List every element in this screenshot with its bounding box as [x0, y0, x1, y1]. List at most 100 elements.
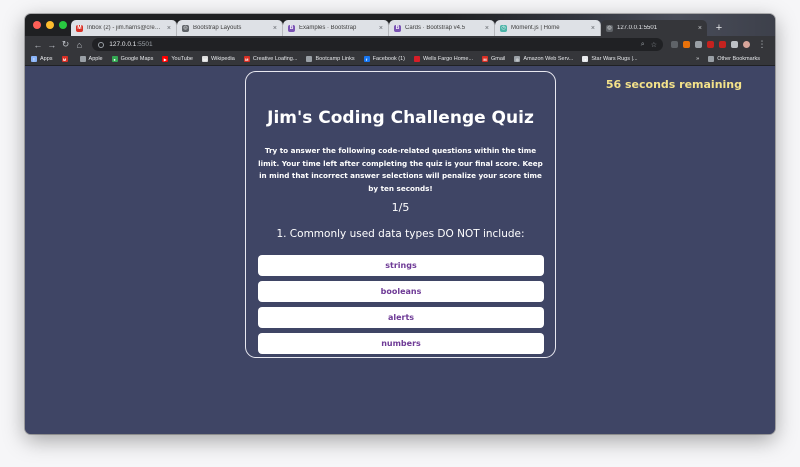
back-arrow-icon[interactable]: ←	[31, 40, 45, 50]
close-tab-icon[interactable]: ×	[273, 25, 277, 32]
close-window-button[interactable]	[33, 21, 41, 29]
bookmark-label: YouTube	[171, 56, 193, 62]
question-progress: 1/5	[391, 201, 410, 214]
gmail-icon: M	[61, 56, 68, 62]
bootstrap-icon: B	[394, 24, 401, 32]
browser-tab[interactable]: ◎ Bootstrap Layouts ×	[177, 20, 283, 36]
browser-window: M Inbox (2) - jim.harris@creativ × ◎ Bootstr…	[25, 14, 775, 434]
timer-text: 56 seconds remaining	[605, 78, 742, 91]
close-tab-icon[interactable]: ×	[698, 25, 702, 32]
browser-tab[interactable]: ◷ Moment.js | Home ×	[495, 20, 601, 36]
bookmark-item[interactable]: ⋮ Apps	[31, 56, 53, 62]
momentjs-icon: ◷	[500, 24, 507, 32]
globe-icon: ◎	[182, 24, 189, 32]
tab-title: Examples · Bootstrap	[299, 25, 357, 31]
extension-icons: ⋮	[670, 39, 769, 50]
bookmark-item[interactable]: f Facebook (1)	[363, 56, 405, 62]
youtube-icon: ▶	[162, 56, 169, 62]
bookmark-label: Amazon Web Serv...	[523, 56, 574, 62]
close-tab-icon[interactable]: ×	[591, 25, 595, 32]
question-text: 1. Commonly used data types DO NOT inclu…	[276, 228, 525, 240]
answer-button[interactable]: numbers	[258, 333, 544, 354]
folder-icon	[306, 56, 313, 62]
maximize-window-button[interactable]	[59, 21, 67, 29]
bookmark-item[interactable]: M	[61, 56, 71, 62]
globe-icon: ◎	[606, 24, 613, 32]
browser-tabs: M Inbox (2) - jim.harris@creativ × ◎ Bootstr…	[71, 20, 727, 36]
window-controls	[33, 21, 67, 29]
bookmark-label: Star Wars Rugs |...	[591, 56, 638, 62]
bookmark-label: Facebook (1)	[372, 56, 405, 62]
more-menu-icon[interactable]: ⋮	[755, 39, 769, 50]
bookmark-list: ⋮ Apps M Apple ● Google Maps ▶ YouTube W Wikipedi…	[31, 56, 647, 62]
bookmark-label: Wells Fargo Home...	[423, 56, 474, 62]
bootstrap-icon: B	[288, 24, 295, 32]
browser-tab[interactable]: ◎ 127.0.0.1:5501 ×	[601, 20, 707, 36]
close-tab-icon[interactable]: ×	[379, 25, 383, 32]
bookmark-label: Apps	[40, 56, 53, 62]
bookmark-item[interactable]: M Gmail	[482, 56, 505, 62]
bookmark-label: Gmail	[491, 56, 506, 62]
bookmark-item[interactable]: ● Google Maps	[111, 56, 153, 62]
bookmark-label: Bootcamp Links	[315, 56, 355, 62]
apps-icon: ⋮	[31, 56, 37, 62]
overflow-chevron-icon[interactable]: »	[696, 56, 699, 62]
extension-icon[interactable]	[718, 41, 726, 48]
bookmark-label: Apple	[88, 56, 103, 62]
globe-icon: ●	[582, 56, 589, 62]
gmail-icon: M	[243, 56, 250, 62]
bookmarks-bar: ⋮ Apps M Apple ● Google Maps ▶ YouTube W Wikipedi…	[25, 53, 775, 66]
other-bookmarks-label: Other Bookmarks	[717, 56, 760, 62]
reload-icon[interactable]: ↻	[59, 39, 73, 50]
close-tab-icon[interactable]: ×	[485, 25, 489, 32]
bookmark-item[interactable]: Bootcamp Links	[306, 56, 355, 62]
url-host: 127.0.0.1	[109, 41, 137, 48]
other-bookmarks[interactable]: Other Bookmarks	[708, 56, 760, 62]
extension-icon[interactable]	[706, 41, 714, 48]
url-port: :5501	[136, 41, 153, 48]
browser-tab[interactable]: B Examples · Bootstrap ×	[283, 20, 389, 36]
bookmark-item[interactable]: M Creative Loafing...	[243, 56, 297, 62]
answer-button[interactable]: booleans	[258, 281, 544, 302]
tab-title: Bootstrap Layouts	[193, 25, 242, 31]
bookmark-label: Wikipedia	[210, 56, 235, 62]
minimize-window-button[interactable]	[46, 21, 54, 29]
avatar[interactable]	[742, 41, 750, 48]
tab-title: Inbox (2) - jim.harris@creativ	[87, 25, 164, 31]
answer-button[interactable]: strings	[258, 255, 544, 276]
extension-icon[interactable]	[682, 41, 690, 48]
new-tab-button[interactable]: +	[711, 20, 727, 36]
extension-icon[interactable]	[694, 41, 702, 48]
page-content: 56 seconds remaining Jim's Coding Challe…	[25, 66, 775, 434]
extension-icon[interactable]	[670, 41, 678, 48]
browser-tab[interactable]: B Cards · Bootstrap v4.5 ×	[389, 20, 495, 36]
folder-icon	[708, 56, 715, 62]
zoom-icon[interactable]: ⌕	[641, 41, 645, 49]
puzzle-icon[interactable]	[730, 41, 738, 48]
bookmark-item[interactable]: Wells Fargo Home...	[414, 56, 473, 62]
answer-button[interactable]: alerts	[258, 307, 544, 328]
bookmark-item[interactable]: Apple	[79, 56, 103, 62]
home-icon[interactable]: ⌂	[72, 40, 86, 50]
wellsfargo-icon	[414, 56, 420, 62]
browser-toolbar: ← → ↻ ⌂ 127.0.0.1 :5501 ⌕ ☆ ⋮	[25, 36, 775, 53]
close-tab-icon[interactable]: ×	[167, 25, 171, 32]
address-bar[interactable]: 127.0.0.1 :5501 ⌕ ☆	[92, 38, 663, 51]
quiz-title: Jim's Coding Challenge Quiz	[267, 108, 534, 128]
forward-arrow-icon[interactable]: →	[45, 40, 59, 50]
browser-tab[interactable]: M Inbox (2) - jim.harris@creativ ×	[71, 20, 177, 36]
bookmark-star-icon[interactable]: ☆	[651, 41, 657, 49]
tab-title: Cards · Bootstrap v4.5	[405, 25, 466, 31]
bookmark-item[interactable]: ▶ YouTube	[162, 56, 193, 62]
bookmark-item[interactable]: ◎ Amazon Web Serv...	[514, 56, 573, 62]
facebook-icon: f	[363, 56, 370, 62]
tab-strip: M Inbox (2) - jim.harris@creativ × ◎ Bootstr…	[25, 14, 775, 36]
bookmark-item[interactable]: ● Star Wars Rugs |...	[582, 56, 638, 62]
site-info-icon[interactable]	[98, 41, 105, 48]
bookmark-item[interactable]: W Wikipedia	[201, 56, 235, 62]
maps-icon: ●	[111, 56, 118, 62]
tab-title: Moment.js | Home	[511, 25, 560, 31]
apple-icon	[79, 56, 86, 62]
quiz-description: Try to answer the following code-related…	[258, 146, 543, 193]
tab-title: 127.0.0.1:5501	[617, 25, 658, 31]
